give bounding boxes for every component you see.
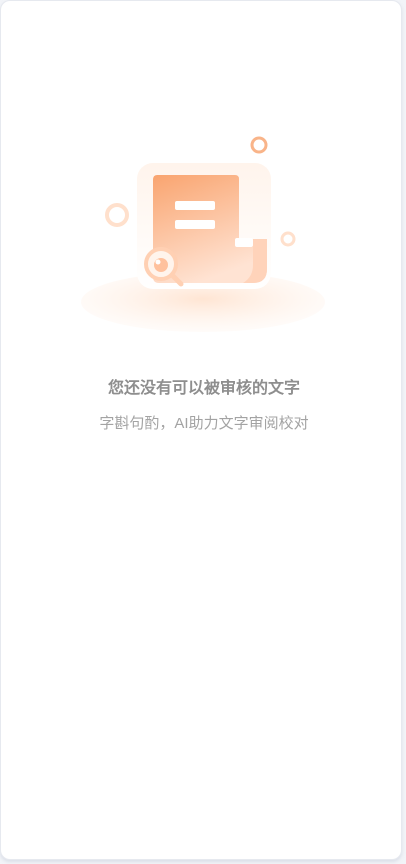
document-review-magnifier-icon bbox=[81, 136, 325, 332]
review-panel: 您还没有可以被审核的文字 字斟句酌，AI助力文字审阅校对 bbox=[0, 0, 402, 860]
empty-state-illustration bbox=[77, 127, 329, 337]
empty-state-subtitle: 字斟句酌，AI助力文字审阅校对 bbox=[99, 415, 309, 432]
empty-state-title: 您还没有可以被审核的文字 bbox=[107, 380, 300, 397]
